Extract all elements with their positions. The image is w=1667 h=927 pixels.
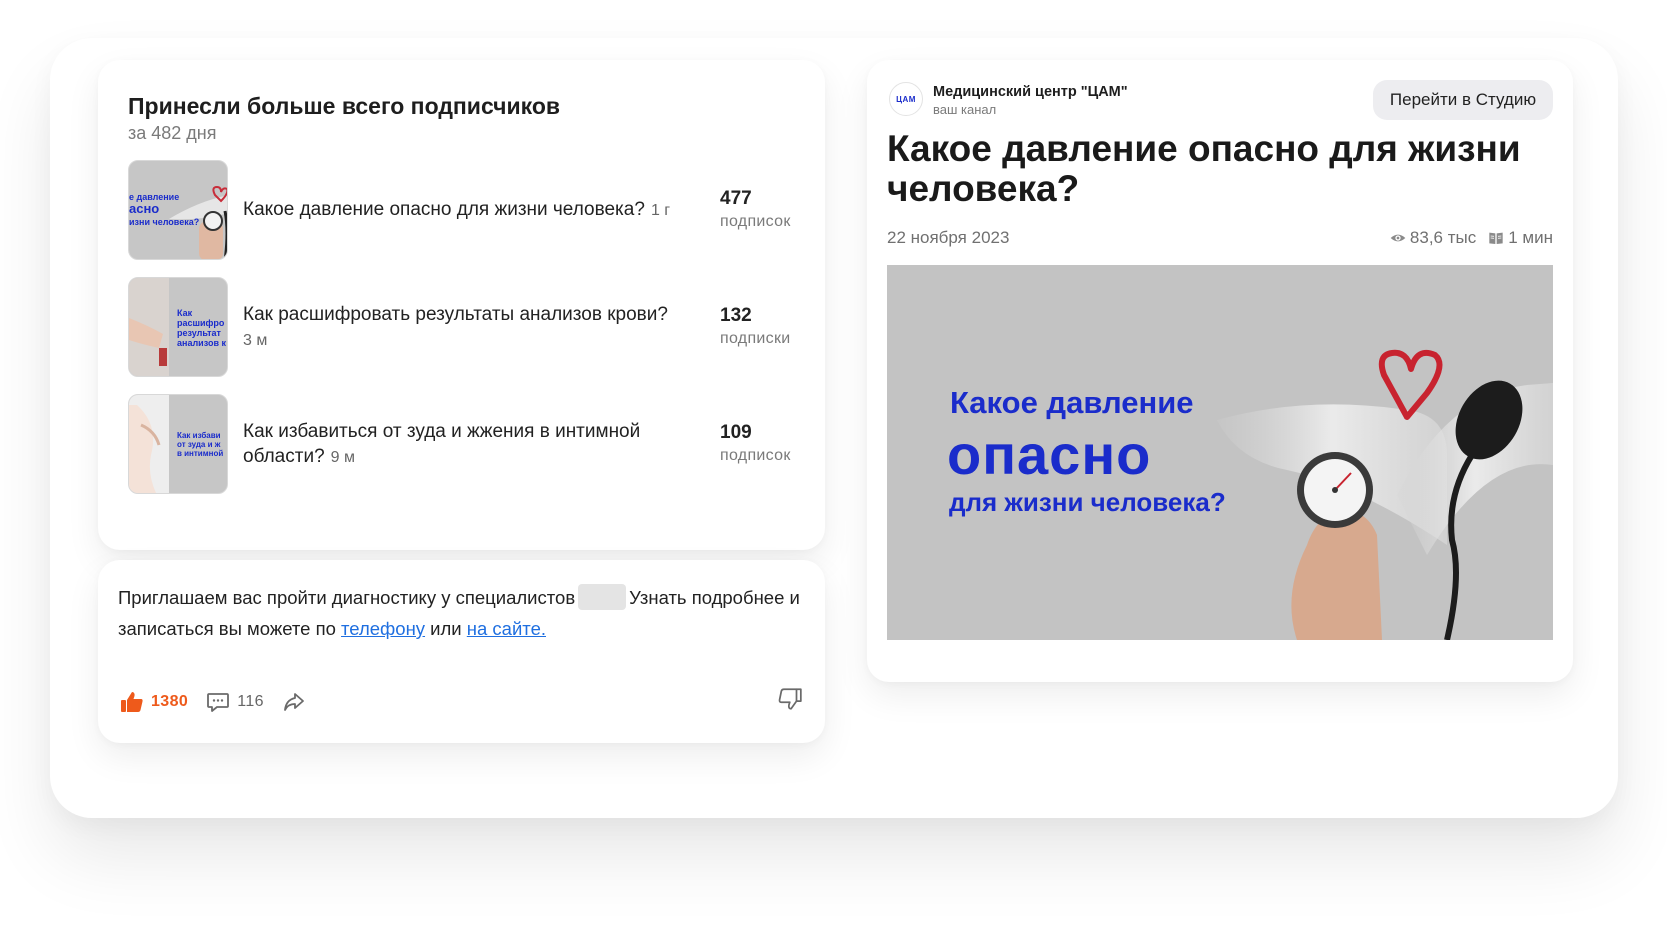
channel-subtitle: ваш канал <box>933 102 997 117</box>
article-cover-image: Какое давление опасно для жизни человека… <box>887 265 1553 640</box>
thumbnail-caption: изни человека? <box>129 217 200 227</box>
thumbnail-caption: анализов к <box>177 338 226 348</box>
subscriber-count: 477 <box>720 188 752 209</box>
comments-button[interactable]: 116 <box>206 690 264 714</box>
phone-link[interactable]: телефону <box>341 618 425 639</box>
subscriber-count-label: подписок <box>720 447 791 464</box>
article-date: 22 ноября 2023 <box>887 228 1010 247</box>
top-subscribers-card: Принесли больше всего подписчиков за 482… <box>98 60 825 550</box>
channel-name[interactable]: Медицинский центр "ЦАМ" <box>933 84 1128 100</box>
thumbs-up-icon <box>121 692 143 712</box>
post-thumbnail: Как расшифро результат анализов к <box>128 277 228 377</box>
cover-headline-line1: Какое давление <box>950 385 1194 420</box>
top-post-row[interactable]: е давление асно изни человека? Какое дав… <box>128 160 798 260</box>
thumbnail-caption: результат <box>177 328 221 338</box>
post-actions: 1380 116 <box>120 686 324 718</box>
site-link[interactable]: на сайте. <box>467 618 546 639</box>
article-title: Какое давление опасно для жизни человека… <box>887 128 1521 209</box>
hidden-text-placeholder <box>578 584 627 610</box>
top-post-row[interactable]: Как избави от зуда и ж в интимной Как из… <box>128 394 798 494</box>
like-count: 1380 <box>151 693 189 710</box>
share-button[interactable] <box>282 690 306 714</box>
post-thumbnail: Как избави от зуда и ж в интимной <box>128 394 228 494</box>
top-post-title[interactable]: Какое давление опасно для жизни человека… <box>243 197 688 223</box>
cover-headline-line3: для жизни человека? <box>949 487 1226 517</box>
cover-headline-line2: опасно <box>947 423 1152 486</box>
top-post-row[interactable]: Как расшифро результат анализов к Как ра… <box>128 277 798 377</box>
article-meta: 83,6 тыс 1 мин <box>1378 228 1553 248</box>
top-post-age: 1 г <box>650 202 671 219</box>
comment-count: 116 <box>237 693 264 710</box>
top-post-title[interactable]: Как расшифровать результаты анализов кро… <box>243 302 688 353</box>
top-posts-period: за 482 дня <box>128 123 217 143</box>
channel-avatar[interactable]: ЦАМ <box>889 82 923 116</box>
views-stat: 83,6 тыс <box>1390 228 1476 248</box>
avatar-logo-text: ЦАМ <box>896 94 916 104</box>
subscriber-count-label: подписок <box>720 213 791 230</box>
thumbnail-caption: расшифро <box>177 318 225 328</box>
book-icon <box>1489 232 1503 244</box>
post-thumbnail: е давление асно изни человека? <box>128 160 228 260</box>
thumbnail-caption: в интимной <box>177 449 224 458</box>
share-icon <box>284 693 304 711</box>
top-posts-title: Принесли больше всего подписчиков <box>128 93 561 119</box>
article-card: ЦАМ Медицинский центр "ЦАМ" ваш канал Пе… <box>867 60 1573 682</box>
top-post-age: 9 м <box>330 449 355 466</box>
post-body: Приглашаем вас пройти диагностику у спец… <box>118 582 808 644</box>
eye-icon <box>1390 234 1406 242</box>
subscriber-count: 132 <box>720 305 752 326</box>
views-count: 83,6 тыс <box>1409 228 1477 247</box>
thumbs-down-icon <box>778 688 802 710</box>
post-card: Приглашаем вас пройти диагностику у спец… <box>98 560 825 743</box>
go-to-studio-button[interactable]: Перейти в Студию <box>1373 80 1553 120</box>
subscriber-count-label: подписки <box>720 330 791 347</box>
thumbnail-caption: Как <box>177 308 193 318</box>
like-button[interactable]: 1380 <box>120 690 188 714</box>
read-time-stat: 1 мин <box>1488 228 1553 248</box>
top-post-title[interactable]: Как избавиться от зуда и жжения в интимн… <box>243 419 688 470</box>
subscriber-count: 109 <box>720 422 752 443</box>
read-time: 1 мин <box>1508 228 1553 247</box>
thumbnail-caption: асно <box>129 201 160 216</box>
dislike-button[interactable] <box>777 686 803 717</box>
top-post-age: 3 м <box>243 332 268 349</box>
comment-icon <box>207 693 230 712</box>
